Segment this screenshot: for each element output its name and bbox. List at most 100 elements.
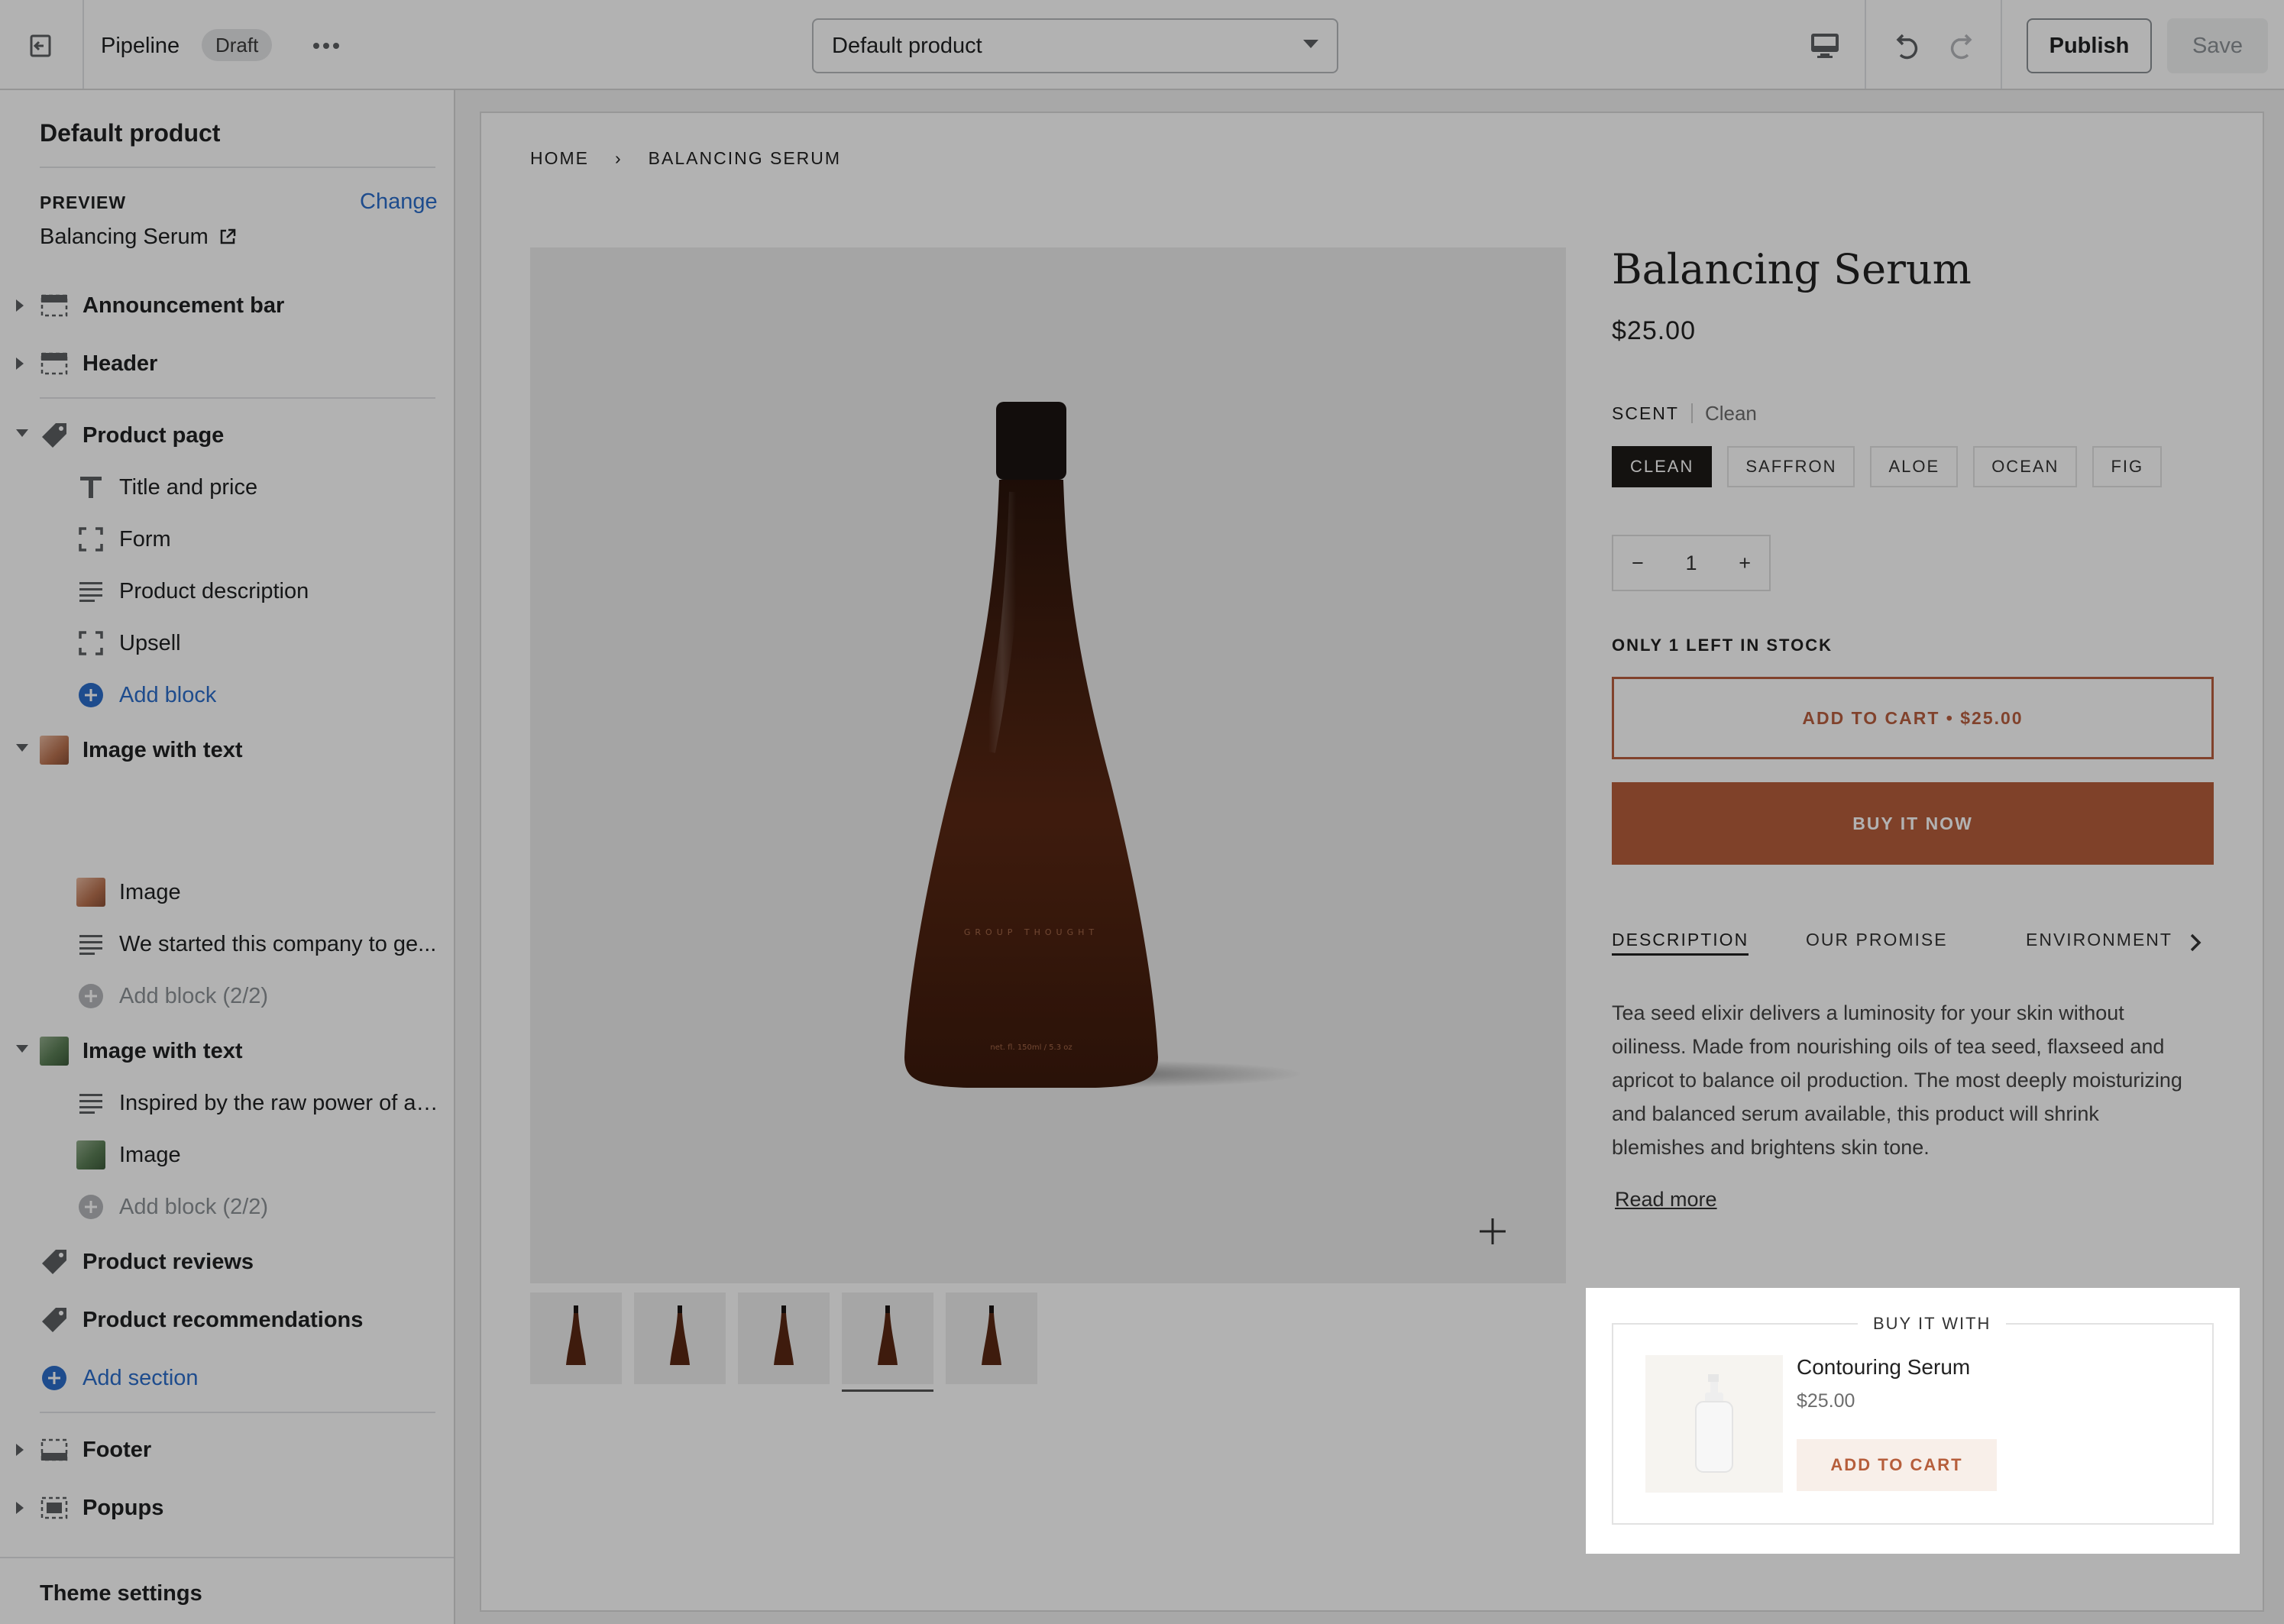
section-image-with-text[interactable]: Image with text [0,1028,454,1074]
product-tabs: DESCRIPTION OUR PROMISE ENVIRONMENT [1612,926,2214,959]
paragraph-icon [76,577,105,606]
variant-swatch-selected[interactable]: CLEAN [1612,446,1713,487]
block-label: Image [119,1143,181,1167]
image-thumbnail [40,1037,69,1066]
add-block-button[interactable]: Add block [0,672,454,718]
block-text[interactable]: Inspired by the raw power of a ... [0,1080,454,1126]
block-image[interactable]: Image [0,1132,454,1178]
add-to-cart-button[interactable]: ADD TO CART • $25.00 [1612,677,2214,759]
image-thumbnail [40,736,69,765]
thumbnail[interactable] [738,1292,830,1384]
upsell-block-highlight[interactable]: BUY IT WITH Contouring Serum $25.00 ADD … [1586,1288,2240,1554]
device-toggle-button[interactable] [1804,27,1846,64]
block-label: Inspired by the raw power of a ... [119,1091,440,1115]
template-select[interactable]: Default product [812,18,1338,73]
quantity-value[interactable]: 1 [1685,552,1697,575]
theme-settings-button[interactable]: Theme settings [40,1578,202,1609]
product-main-image[interactable]: GROUP THOUGHT net. fl. 150ml / 5.3 oz [530,247,1566,1283]
divider [1690,403,1693,423]
add-block-button-disabled[interactable]: Add block (2/2) [0,1184,454,1230]
breadcrumb-separator: › [615,148,623,168]
image-thumbnail [76,1140,105,1169]
section-announcement-bar[interactable]: Announcement bar [0,283,454,328]
exit-button[interactable] [17,26,64,66]
bottle-label: GROUP THOUGHT [964,927,1098,937]
variant-swatch[interactable]: FIG [2092,446,2163,487]
upsell-product-name[interactable]: Contouring Serum [1797,1352,1970,1383]
change-preview-link[interactable]: Change [360,186,438,217]
header-section-icon [40,349,69,378]
preview-label: PREVIEW [40,192,127,212]
editor-topbar: Pipeline Draft Default product Publish S… [0,0,2284,90]
block-image[interactable]: Image [0,869,454,915]
external-link-icon [220,228,236,244]
variant-swatch[interactable]: ALOE [1870,446,1959,487]
thumbnail[interactable] [530,1292,622,1384]
section-popups[interactable]: Popups [0,1485,454,1531]
tab-our-promise[interactable]: OUR PROMISE [1806,926,1948,953]
section-label: Product reviews [82,1250,254,1274]
section-footer[interactable]: Footer [0,1427,454,1473]
read-more-link[interactable]: Read more [1615,1184,1717,1215]
quantity-increase-button[interactable]: + [1739,552,1751,575]
undo-icon [1896,34,1918,60]
preview-product-link[interactable]: Balancing Serum [40,222,236,252]
product-description: Tea seed elixir delivers a luminosity fo… [1612,1001,2182,1159]
tabs-next-button[interactable] [2189,933,2202,952]
add-block-label: Add block (2/2) [119,1195,269,1219]
thumbnail[interactable] [946,1292,1037,1384]
add-block-button-disabled[interactable]: Add block (2/2) [0,973,454,1019]
upsell-product-price: $25.00 [1797,1390,1855,1412]
section-product-recommendations[interactable]: Product recommendations [0,1297,454,1343]
tab-description[interactable]: DESCRIPTION [1612,926,1749,956]
paragraph-icon [76,1089,105,1118]
publish-button[interactable]: Publish [2027,18,2152,73]
block-label: Upsell [119,631,181,655]
divider [0,1557,454,1558]
container-icon [76,629,105,658]
upsell-product-image[interactable] [1645,1355,1783,1493]
section-label: Product recommendations [82,1308,364,1332]
variant-swatch[interactable]: OCEAN [1973,446,2078,487]
status-badge: Draft [202,29,273,61]
buy-now-button[interactable]: BUY IT NOW [1612,782,2214,865]
thumbnail-active[interactable] [842,1292,933,1392]
serum-bottle-image: GROUP THOUGHT net. fl. 150ml / 5.3 oz [904,402,1302,1088]
redo-button[interactable] [1942,26,1982,66]
section-label: Product page [82,423,225,448]
tab-environment[interactable]: ENVIRONMENT [2026,926,2172,953]
upsell-add-to-cart-button[interactable]: ADD TO CART [1797,1439,1997,1491]
quantity-decrease-button[interactable]: − [1632,552,1644,575]
template-select-value: Default product [832,34,982,58]
redo-icon [1950,34,1972,60]
section-label: Popups [82,1496,164,1520]
block-product-description[interactable]: Product description [0,568,454,614]
block-text[interactable]: We started this company to ge... [0,921,454,967]
more-actions-button[interactable] [307,31,345,61]
thumbnail[interactable] [634,1292,726,1384]
breadcrumb-home[interactable]: HOME [530,147,589,170]
ellipsis-icon [313,43,339,49]
plus-circle-icon [76,681,105,710]
variant-swatch[interactable]: SAFFRON [1727,446,1855,487]
breadcrumb-current: BALANCING SERUM [648,148,842,168]
add-section-button[interactable]: Add section [0,1355,454,1401]
section-image-with-text[interactable]: Image with text [0,727,454,773]
block-label: Title and price [119,475,258,500]
caret-down-icon [16,429,28,437]
block-upsell[interactable]: Upsell [0,620,454,666]
block-title-price[interactable]: Title and price [0,464,454,510]
caret-right-icon [16,1444,24,1456]
plus-circle-icon [76,1192,105,1221]
block-label: Image [119,880,181,904]
section-product-page[interactable]: Product page [0,412,454,458]
section-product-reviews[interactable]: Product reviews [0,1239,454,1285]
block-form[interactable]: Form [0,516,454,562]
zoom-button[interactable] [1474,1213,1511,1250]
undo-button[interactable] [1887,26,1927,66]
add-section-label: Add section [82,1366,199,1390]
preview-product-name: Balancing Serum [40,225,209,249]
save-button[interactable]: Save [2167,18,2268,73]
section-header[interactable]: Header [0,341,454,387]
chevron-right-icon [2190,933,2202,952]
